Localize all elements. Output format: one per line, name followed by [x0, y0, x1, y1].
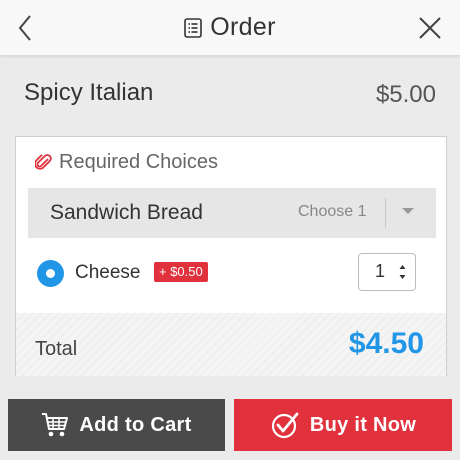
total-value: $4.50 [348, 327, 424, 360]
buy-now-button[interactable]: Buy it Now [234, 399, 452, 451]
caret-down-icon[interactable] [401, 207, 415, 215]
quantity-stepper[interactable]: 1 [358, 253, 416, 291]
stepper-arrows-icon[interactable] [399, 263, 406, 281]
checkmark-circle-icon [271, 412, 299, 439]
item-price: $5.00 [375, 81, 436, 108]
paperclip-icon [35, 153, 52, 170]
item-summary: Spicy Italian $5.00 [0, 62, 460, 122]
page-title-text: Order [210, 13, 276, 41]
option-row: Cheese + $0.50 1 [16, 247, 446, 299]
radio-selected-dot [46, 269, 55, 278]
choices-card: Required Choices Sandwich Bread Choose 1… [15, 136, 447, 376]
divider [385, 198, 386, 228]
shopping-cart-icon [42, 413, 69, 437]
chevron-left-icon [18, 15, 31, 41]
add-to-cart-button[interactable]: Add to Cart [8, 399, 225, 451]
footer-bar: Add to Cart Buy it Now [0, 388, 460, 460]
item-name: Spicy Italian [24, 79, 154, 106]
receipt-icon [184, 17, 203, 38]
total-label: Total [35, 338, 78, 360]
close-button[interactable] [414, 12, 446, 44]
header-bar: Order [0, 0, 460, 56]
option-radio[interactable] [37, 260, 64, 287]
quantity-value: 1 [375, 261, 386, 281]
close-icon [419, 17, 441, 39]
choice-group-header[interactable]: Sandwich Bread Choose 1 [28, 188, 436, 238]
option-label: Cheese [75, 262, 141, 283]
price-badge: + $0.50 [154, 262, 208, 282]
choose-count-label: Choose 1 [298, 203, 367, 220]
buy-now-label: Buy it Now [309, 413, 417, 436]
add-to-cart-label: Add to Cart [79, 413, 192, 436]
total-row: Total $4.50 [16, 313, 446, 376]
choice-group-name: Sandwich Bread [50, 201, 203, 224]
required-choices-header: Required Choices [35, 151, 218, 174]
page-title: Order [184, 13, 275, 42]
back-button[interactable] [10, 12, 40, 44]
required-choices-label: Required Choices [59, 151, 218, 173]
